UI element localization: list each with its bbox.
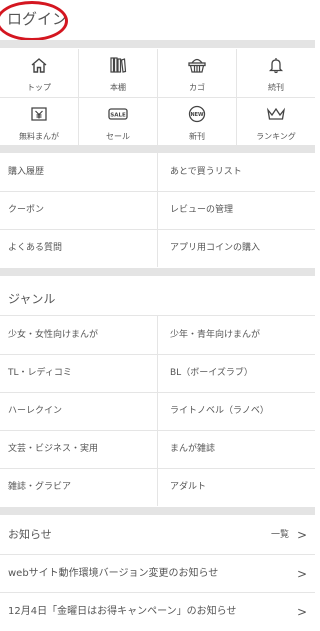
nav-cart[interactable]: カゴ <box>158 49 236 96</box>
news-item-title: webサイト動作環境バージョン変更のお知らせ <box>8 568 219 579</box>
new-badge-icon: NEW <box>158 105 236 123</box>
menu-faq[interactable]: よくある質問 <box>8 229 153 267</box>
free-yen-icon <box>0 105 78 123</box>
nav-sequel[interactable]: 続刊 <box>237 49 315 96</box>
news-item[interactable]: webサイト動作環境バージョン変更のお知らせ > <box>0 555 315 593</box>
nav-top-label: トップ <box>27 83 51 92</box>
news-heading: お知らせ <box>8 528 52 541</box>
menu-coupon[interactable]: クーポン <box>8 191 153 229</box>
section-divider <box>0 145 315 153</box>
nav-sequel-label: 続刊 <box>268 83 284 92</box>
nav-sale[interactable]: SALE セール <box>79 98 157 145</box>
genre-item[interactable]: 雑誌・グラビア <box>8 468 153 506</box>
nav-bookshelf-label: 本棚 <box>110 83 126 92</box>
section-divider <box>0 507 315 515</box>
genre-item[interactable]: BL（ボーイズラブ） <box>170 354 310 392</box>
nav-top[interactable]: トップ <box>0 49 78 96</box>
news-item[interactable]: 12月4日「金曜日はお得キャンペーン」のお知らせ > <box>0 593 315 631</box>
news-header-row: お知らせ 一覧 > <box>0 516 315 554</box>
section-divider <box>0 40 315 48</box>
genre-item[interactable]: まんが雑誌 <box>170 430 310 468</box>
menu-buy-later-list[interactable]: あとで買うリスト <box>170 153 310 191</box>
news-all-link[interactable]: 一覧 <box>271 516 289 554</box>
nav-ranking-label: ランキング <box>256 132 296 141</box>
svg-text:NEW: NEW <box>190 112 204 118</box>
crown-icon <box>237 105 315 123</box>
genre-item[interactable]: ハーレクイン <box>8 392 153 430</box>
genre-divider <box>157 316 158 506</box>
news-item-title: 12月4日「金曜日はお得キャンペーン」のお知らせ <box>8 606 237 617</box>
nav-ranking[interactable]: ランキング <box>237 98 315 145</box>
section-divider <box>0 268 315 276</box>
genre-item[interactable]: TL・レディコミ <box>8 354 153 392</box>
nav-new-release-label: 新刊 <box>189 132 205 141</box>
genre-item[interactable]: 少女・女性向けまんが <box>8 316 153 354</box>
menu-review-management[interactable]: レビューの管理 <box>170 191 310 229</box>
basket-icon <box>158 56 236 74</box>
genre-heading: ジャンル <box>8 292 56 306</box>
chevron-right-icon: > <box>296 605 307 619</box>
bell-icon <box>237 56 315 74</box>
icon-nav-grid: トップ 本棚 カゴ 続刊 無料まんが SALE セール NEW 新刊 ランキング <box>0 49 315 145</box>
menu-purchase-history[interactable]: 購入履歴 <box>8 153 153 191</box>
highlight-annotation <box>0 1 68 41</box>
nav-bookshelf[interactable]: 本棚 <box>79 49 157 96</box>
genre-item[interactable]: 少年・青年向けまんが <box>170 316 310 354</box>
genre-item[interactable]: 文芸・ビジネス・実用 <box>8 430 153 468</box>
nav-sale-label: セール <box>106 132 130 141</box>
nav-free-manga-label: 無料まんが <box>19 132 59 141</box>
nav-new-release[interactable]: NEW 新刊 <box>158 98 236 145</box>
chevron-right-icon: > <box>296 567 307 581</box>
chevron-right-icon: > <box>296 528 307 542</box>
sale-tag-icon: SALE <box>79 105 157 123</box>
genre-item[interactable]: ライトノベル（ラノベ） <box>170 392 310 430</box>
nav-cart-label: カゴ <box>189 83 205 92</box>
header-bar: ログイン <box>0 0 315 41</box>
home-icon <box>0 56 78 74</box>
bookshelf-icon <box>79 56 157 74</box>
menu-app-coin-purchase[interactable]: アプリ用コインの購入 <box>170 229 310 267</box>
nav-free-manga[interactable]: 無料まんが <box>0 98 78 145</box>
svg-text:SALE: SALE <box>110 113 126 119</box>
genre-item[interactable]: アダルト <box>170 468 310 506</box>
menu-divider <box>157 153 158 267</box>
